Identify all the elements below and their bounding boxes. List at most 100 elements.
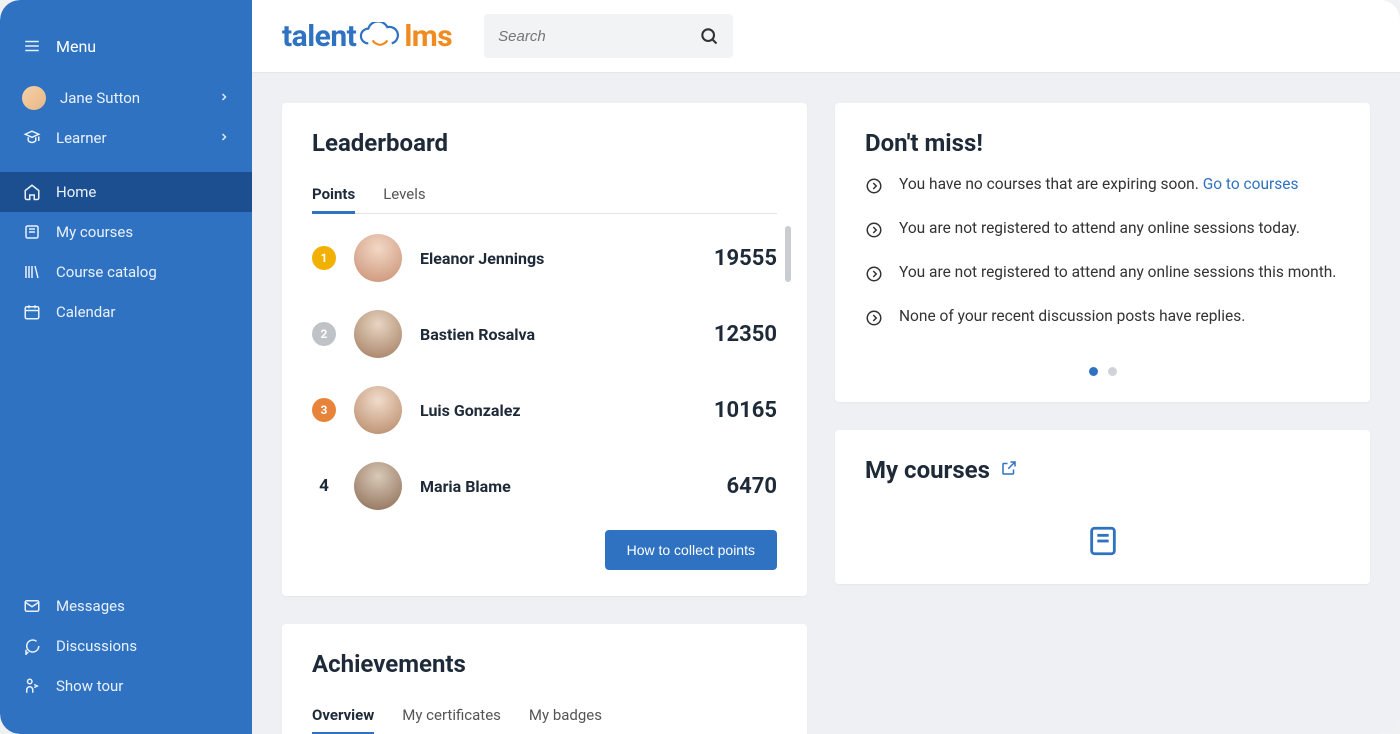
role-label: Learner bbox=[56, 129, 107, 147]
avatar-icon bbox=[354, 462, 402, 510]
mail-icon bbox=[22, 596, 42, 616]
external-link-icon[interactable] bbox=[1000, 459, 1018, 481]
learner-icon bbox=[22, 128, 42, 148]
logo-text-a: talent bbox=[282, 19, 356, 54]
leaderboard-card: Leaderboard Points Levels 1 Eleanor Jenn… bbox=[282, 103, 807, 596]
main: talent lms Leaderboard Point bbox=[252, 0, 1400, 734]
achievements-tabs: Overview My certificates My badges bbox=[312, 696, 777, 734]
sidebar-bottom: Messages Discussions Show tour bbox=[0, 586, 252, 716]
dont-miss-item: None of your recent discussion posts hav… bbox=[865, 307, 1340, 327]
arrow-circle-icon bbox=[865, 309, 883, 327]
go-to-courses-link[interactable]: Go to courses bbox=[1203, 175, 1299, 193]
search-box[interactable] bbox=[484, 14, 733, 58]
rank-badge: 2 bbox=[312, 322, 336, 346]
logo[interactable]: talent lms bbox=[282, 19, 452, 54]
sidebar-nav: Home My courses Course catalog Calendar bbox=[0, 172, 252, 332]
sidebar-item-label: Show tour bbox=[56, 677, 123, 695]
my-courses-title: My courses bbox=[865, 456, 990, 484]
tab-my-certificates[interactable]: My certificates bbox=[402, 696, 501, 734]
chevron-right-icon bbox=[218, 129, 230, 147]
collect-points-button[interactable]: How to collect points bbox=[605, 530, 777, 570]
menu-toggle[interactable]: Menu bbox=[0, 18, 252, 78]
sidebar-item-messages[interactable]: Messages bbox=[0, 586, 252, 626]
leaderboard-name: Bastien Rosalva bbox=[420, 325, 535, 344]
course-placeholder-icon bbox=[865, 524, 1340, 558]
sidebar-item-label: Course catalog bbox=[56, 263, 157, 281]
arrow-circle-icon bbox=[865, 265, 883, 283]
dont-miss-item: You are not registered to attend any onl… bbox=[865, 219, 1340, 239]
home-icon bbox=[22, 182, 42, 202]
leaderboard-points: 12350 bbox=[714, 322, 777, 347]
leaderboard-name: Maria Blame bbox=[420, 477, 511, 496]
leaderboard-points: 19555 bbox=[714, 246, 777, 271]
left-column: Leaderboard Points Levels 1 Eleanor Jenn… bbox=[282, 103, 807, 734]
arrow-circle-icon bbox=[865, 177, 883, 195]
sidebar-item-course-catalog[interactable]: Course catalog bbox=[0, 252, 252, 292]
sidebar-item-home[interactable]: Home bbox=[0, 172, 252, 212]
catalog-icon bbox=[22, 262, 42, 282]
dont-miss-text: You are not registered to attend any onl… bbox=[899, 219, 1300, 237]
sidebar-item-my-courses[interactable]: My courses bbox=[0, 212, 252, 252]
sidebar-item-show-tour[interactable]: Show tour bbox=[0, 666, 252, 706]
dont-miss-list: You have no courses that are expiring so… bbox=[865, 175, 1340, 327]
dot[interactable] bbox=[1089, 367, 1098, 376]
dont-miss-text: None of your recent discussion posts hav… bbox=[899, 307, 1245, 325]
sidebar-item-label: Messages bbox=[56, 597, 125, 615]
arrow-circle-icon bbox=[865, 221, 883, 239]
sidebar-user-section: Jane Sutton Learner bbox=[0, 78, 252, 158]
sidebar-user[interactable]: Jane Sutton bbox=[0, 78, 252, 118]
leaderboard-list[interactable]: 1 Eleanor Jennings 19555 2 Bastien Rosal… bbox=[312, 220, 777, 524]
book-icon bbox=[22, 222, 42, 242]
tab-levels[interactable]: Levels bbox=[383, 175, 425, 213]
sidebar-item-label: Discussions bbox=[56, 637, 137, 655]
leaderboard-tabs: Points Levels bbox=[312, 175, 777, 214]
leaderboard-name: Eleanor Jennings bbox=[420, 249, 544, 268]
sidebar-item-calendar[interactable]: Calendar bbox=[0, 292, 252, 332]
chevron-right-icon bbox=[218, 89, 230, 107]
achievements-title: Achievements bbox=[312, 650, 777, 678]
rank-badge: 1 bbox=[312, 246, 336, 270]
sidebar-item-label: Calendar bbox=[56, 303, 116, 321]
menu-label: Menu bbox=[56, 37, 96, 56]
sidebar-item-discussions[interactable]: Discussions bbox=[0, 626, 252, 666]
achievements-card: Achievements Overview My certificates My… bbox=[282, 624, 807, 734]
leaderboard-name: Luis Gonzalez bbox=[420, 401, 521, 420]
hamburger-icon bbox=[22, 36, 42, 56]
search-icon[interactable] bbox=[699, 26, 719, 46]
logo-text-b: lms bbox=[404, 19, 452, 54]
tab-my-badges[interactable]: My badges bbox=[529, 696, 602, 734]
tour-icon bbox=[22, 676, 42, 696]
avatar-icon bbox=[354, 234, 402, 282]
sidebar-role[interactable]: Learner bbox=[0, 118, 252, 158]
rank-badge: 3 bbox=[312, 398, 336, 422]
dont-miss-item: You are not registered to attend any onl… bbox=[865, 263, 1340, 283]
tab-points[interactable]: Points bbox=[312, 175, 355, 213]
leaderboard-row[interactable]: 4 Maria Blame 6470 bbox=[312, 448, 777, 524]
search-input[interactable] bbox=[498, 28, 699, 45]
leaderboard-footer: How to collect points bbox=[312, 530, 777, 570]
app-root: Menu Jane Sutton Learner bbox=[0, 0, 1400, 734]
right-column: Don't miss! You have no courses that are… bbox=[835, 103, 1370, 734]
my-courses-card: My courses bbox=[835, 430, 1370, 584]
rank-badge: 4 bbox=[312, 474, 336, 498]
leaderboard-row[interactable]: 1 Eleanor Jennings 19555 bbox=[312, 220, 777, 296]
cloud-icon bbox=[358, 22, 402, 50]
leaderboard-row[interactable]: 3 Luis Gonzalez 10165 bbox=[312, 372, 777, 448]
tab-overview[interactable]: Overview bbox=[312, 696, 374, 734]
leaderboard-title: Leaderboard bbox=[312, 129, 777, 157]
dont-miss-card: Don't miss! You have no courses that are… bbox=[835, 103, 1370, 402]
topbar: talent lms bbox=[252, 0, 1400, 73]
dont-miss-text: You are not registered to attend any onl… bbox=[899, 263, 1336, 281]
my-courses-header: My courses bbox=[865, 456, 1340, 484]
calendar-icon bbox=[22, 302, 42, 322]
leaderboard-row[interactable]: 2 Bastien Rosalva 12350 bbox=[312, 296, 777, 372]
avatar-icon bbox=[22, 86, 46, 110]
sidebar-item-label: Home bbox=[56, 183, 96, 201]
leaderboard-points: 10165 bbox=[714, 398, 777, 423]
content: Leaderboard Points Levels 1 Eleanor Jenn… bbox=[252, 73, 1400, 734]
avatar-icon bbox=[354, 386, 402, 434]
dot[interactable] bbox=[1108, 367, 1117, 376]
pagination-dots bbox=[865, 367, 1340, 376]
avatar-icon bbox=[354, 310, 402, 358]
sidebar: Menu Jane Sutton Learner bbox=[0, 0, 252, 734]
